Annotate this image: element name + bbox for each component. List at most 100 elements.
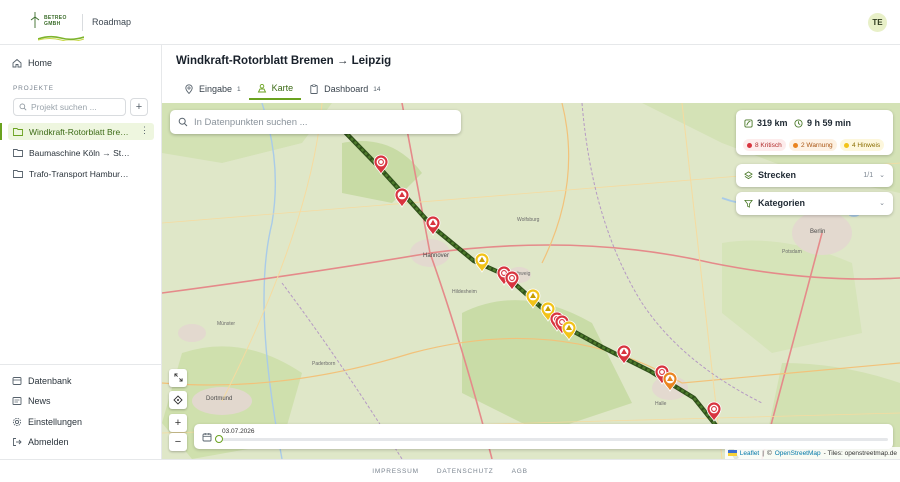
routes-header: Strecken (744, 170, 796, 180)
critical-dot (747, 142, 752, 148)
critical-label: 8 Kritisch (755, 141, 782, 149)
zoom-out-button[interactable]: − (169, 433, 187, 451)
map-attribution: Leaflet | © OpenStreetMap - Tiles: opens… (724, 447, 900, 459)
tab-badge: 14 (373, 85, 381, 93)
sidebar-item-abmelden[interactable]: Abmelden (12, 435, 69, 449)
top-bar: BETREO GMBH Roadmap TE (0, 0, 900, 45)
sidebar-project-windkraft[interactable]: Windkraft-Rotorblatt Bremen → Leipzig ⋮ (0, 123, 154, 140)
datapoint-search-input[interactable] (194, 116, 449, 128)
folder-icon (13, 149, 23, 157)
project-label: Windkraft-Rotorblatt Bremen → Leipzig (29, 126, 132, 137)
user-map-icon (257, 83, 266, 93)
gear-icon (12, 417, 22, 427)
tab-label: Karte (271, 83, 294, 93)
tab-label: Eingabe (199, 84, 233, 94)
sidebar-project-baumaschine[interactable]: Baumaschine Köln → Stuttgart (8, 144, 154, 161)
sidebar-project-trafo[interactable]: Trafo-Transport Hamburg → München (8, 165, 154, 182)
sidebar-item-label: Datenbank (28, 376, 72, 386)
categories-label: Kategorien (758, 198, 806, 208)
route-layer (342, 129, 739, 459)
timeline-slider[interactable]: 03.07.2026 (194, 424, 893, 449)
database-icon (12, 377, 22, 385)
more-vertical-icon[interactable]: ⋮ (140, 125, 149, 136)
route-icon (744, 118, 753, 128)
incident-marker-critical[interactable] (394, 187, 410, 208)
tab-eingabe[interactable]: Eingabe 1 (176, 78, 249, 100)
attribution-separator: | (762, 449, 764, 457)
timeline-track[interactable] (216, 438, 888, 441)
route-stats-panel: 319 km 9 h 59 min 8 Kritisch 2 Warnung 4… (736, 110, 893, 155)
news-icon (12, 397, 22, 405)
crosshair-icon (173, 395, 183, 405)
sidebar-item-home[interactable]: Home (12, 56, 52, 70)
sidebar-item-datenbank[interactable]: Datenbank (12, 374, 72, 388)
duration-value: 9 h 59 min (807, 118, 852, 128)
add-project-button[interactable]: + (130, 98, 148, 116)
warning-dot (793, 142, 798, 148)
tab-bar: Eingabe 1 Karte Dashboard 14 (176, 78, 388, 102)
expand-icon (173, 373, 183, 382)
tab-badge: 1 (237, 85, 241, 93)
hint-label: 4 Hinweis (852, 141, 881, 149)
tab-label: Dashboard (324, 84, 369, 94)
folder-icon (13, 170, 23, 178)
calendar-icon (202, 433, 212, 442)
warning-chip[interactable]: 2 Warnung (789, 139, 837, 151)
folder-icon (13, 128, 23, 136)
project-search[interactable] (13, 98, 126, 116)
categories-header: Kategorien (744, 198, 805, 208)
hint-chip[interactable]: 4 Hinweis (840, 139, 885, 151)
company-logo[interactable]: BETREO GMBH (18, 12, 84, 41)
sidebar-item-news[interactable]: News (12, 394, 51, 408)
footer-agb-link[interactable]: AGB (512, 468, 528, 475)
route-casing (342, 129, 739, 459)
leaflet-link[interactable]: Leaflet (740, 450, 760, 457)
distance-stat: 319 km (744, 118, 788, 128)
project-search-input[interactable] (31, 102, 121, 112)
page-title: Windkraft-Rotorblatt Bremen → Leipzig (176, 55, 392, 67)
filter-icon (744, 199, 753, 208)
distance-value: 319 km (757, 118, 788, 128)
routes-label: Strecken (758, 170, 797, 180)
openstreetmap-link[interactable]: OpenStreetMap (775, 450, 821, 457)
route-line[interactable] (343, 130, 739, 459)
categories-accordion[interactable]: Kategorien ⌄ (736, 192, 893, 215)
zoom-in-button[interactable]: + (169, 414, 187, 432)
sidebar-item-label: Home (28, 58, 53, 68)
footer-impressum-link[interactable]: IMPRESSUM (372, 468, 419, 475)
sidebar-item-einstellungen[interactable]: Einstellungen (12, 415, 82, 429)
search-icon (19, 103, 27, 111)
routes-count: 1/1 (863, 171, 874, 179)
header-divider (82, 14, 83, 31)
timeline-handle[interactable] (215, 435, 223, 443)
tab-karte[interactable]: Karte (248, 78, 302, 100)
header-title[interactable]: Roadmap (92, 17, 131, 27)
categories-meta: ⌄ (879, 199, 885, 207)
routes-meta: 1/1 ⌄ (863, 171, 885, 180)
tab-dashboard[interactable]: Dashboard 14 (301, 78, 388, 100)
footer: IMPRESSUM DATENSCHUTZ AGB (0, 459, 900, 482)
search-icon (178, 117, 188, 127)
sidebar-divider (0, 364, 161, 365)
routes-accordion[interactable]: Strecken 1/1 ⌄ (736, 164, 893, 187)
home-icon (12, 58, 22, 68)
fullscreen-button[interactable] (169, 369, 187, 387)
logout-icon (13, 438, 22, 446)
sidebar-item-label: Einstellungen (28, 417, 83, 427)
copyright-symbol: © (766, 449, 772, 457)
chevron-down-icon[interactable]: ⌄ (879, 199, 885, 207)
datapoint-search[interactable] (170, 110, 461, 134)
project-label: Trafo-Transport Hamburg → München (29, 168, 132, 179)
incident-marker-critical[interactable] (373, 154, 389, 175)
critical-chip[interactable]: 8 Kritisch (743, 139, 786, 151)
footer-datenschutz-link[interactable]: DATENSCHUTZ (437, 468, 494, 475)
locate-button[interactable] (169, 391, 187, 409)
chevron-down-icon[interactable]: ⌄ (879, 171, 885, 179)
incident-marker-hint[interactable] (561, 320, 577, 341)
ukraine-flag-icon (727, 450, 737, 456)
hint-dot (844, 142, 849, 148)
map-view[interactable]: Hannover Berlin Wolfsburg Hildesheim Dor… (162, 103, 900, 459)
sidebar: Home PROJEKTE + Windkraft-Rotorblatt Bre… (0, 45, 162, 459)
warning-label: 2 Warnung (801, 141, 833, 149)
user-avatar[interactable]: TE (868, 13, 887, 32)
